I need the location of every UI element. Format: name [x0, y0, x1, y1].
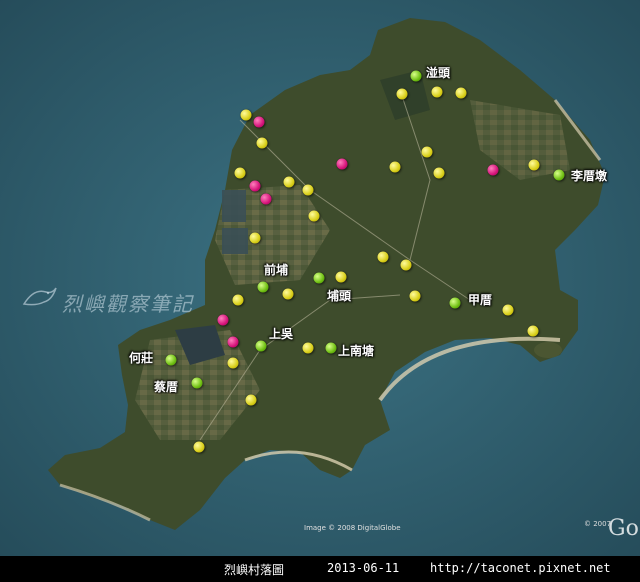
village-marker[interactable] [400, 259, 412, 271]
village-marker[interactable] [410, 70, 422, 82]
imagery-credit: Image © 2008 DigitalGlobe [304, 524, 401, 532]
village-marker[interactable] [308, 210, 320, 222]
village-marker[interactable] [253, 116, 265, 128]
village-marker[interactable] [313, 272, 325, 284]
village-marker[interactable] [302, 342, 314, 354]
village-marker[interactable] [256, 137, 268, 149]
village-marker[interactable] [487, 164, 499, 176]
village-marker[interactable] [377, 251, 389, 263]
village-marker[interactable] [336, 158, 348, 170]
pond [222, 228, 248, 254]
village-label: 何莊 [129, 351, 154, 365]
village-label: 前埔 [264, 263, 289, 277]
source-url[interactable]: http://taconet.pixnet.net [430, 561, 611, 575]
village-marker[interactable] [193, 441, 205, 453]
village-marker[interactable] [433, 167, 445, 179]
village-marker[interactable] [527, 325, 539, 337]
village-marker[interactable] [255, 340, 267, 352]
village-marker[interactable] [449, 297, 461, 309]
village-marker[interactable] [409, 290, 421, 302]
village-marker[interactable] [191, 377, 203, 389]
watermark-text: 烈嶼觀察筆記 [62, 292, 194, 316]
village-marker[interactable] [389, 161, 401, 173]
village-marker[interactable] [302, 184, 314, 196]
village-label: 上南塘 [338, 344, 375, 358]
satellite-map[interactable]: 湴頭 李厝墩 前埔 埔頭 甲厝 上吳 上南塘 何莊 蔡厝 烈嶼觀察筆記 Imag… [0, 0, 640, 556]
village-label: 甲厝 [468, 293, 493, 307]
village-marker[interactable] [257, 281, 269, 293]
village-marker[interactable] [227, 357, 239, 369]
village-marker[interactable] [528, 159, 540, 171]
village-marker[interactable] [227, 336, 239, 348]
village-marker[interactable] [260, 193, 272, 205]
google-logo: Goo [608, 516, 640, 541]
village-marker[interactable] [396, 88, 408, 100]
islet [534, 342, 562, 358]
village-marker[interactable] [502, 304, 514, 316]
village-marker[interactable] [249, 232, 261, 244]
village-label: 李厝墩 [571, 169, 608, 183]
village-marker[interactable] [240, 109, 252, 121]
village-label: 上吳 [269, 327, 294, 341]
village-marker[interactable] [282, 288, 294, 300]
village-marker[interactable] [232, 294, 244, 306]
village-marker[interactable] [335, 271, 347, 283]
map-date: 2013-06-11 [327, 561, 400, 575]
google-copyright: © 2007 [584, 520, 612, 528]
village-marker[interactable] [245, 394, 257, 406]
village-marker[interactable] [234, 167, 246, 179]
watermark: 烈嶼觀察筆記 [22, 282, 222, 322]
caption-bar: 烈嶼村落圖 2013-06-11 http://taconet.pixnet.n… [0, 556, 640, 582]
bird-icon [22, 287, 57, 306]
village-label: 蔡厝 [154, 380, 179, 394]
village-marker[interactable] [283, 176, 295, 188]
village-marker[interactable] [249, 180, 261, 192]
village-marker[interactable] [325, 342, 337, 354]
pond [222, 190, 246, 222]
village-marker[interactable] [553, 169, 565, 181]
map-title: 烈嶼村落圖 [224, 563, 285, 577]
village-label: 埔頭 [327, 289, 352, 303]
village-label: 湴頭 [426, 66, 451, 80]
village-marker[interactable] [431, 86, 443, 98]
village-marker[interactable] [421, 146, 433, 158]
village-marker[interactable] [455, 87, 467, 99]
village-marker[interactable] [165, 354, 177, 366]
